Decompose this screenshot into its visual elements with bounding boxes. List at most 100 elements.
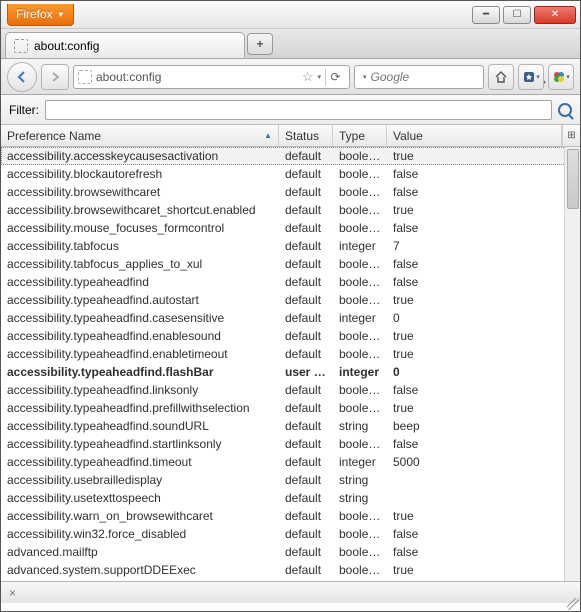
cell-status: default [279, 545, 333, 559]
chevron-down-icon[interactable]: ▾ [317, 73, 321, 81]
chevron-down-icon: ▾ [536, 73, 540, 81]
cell-name: accessibility.typeaheadfind.startlinkson… [1, 437, 279, 451]
cell-value: true [387, 401, 580, 415]
table-row[interactable]: accessibility.typeaheadfind.startlinkson… [1, 435, 580, 453]
reload-button[interactable]: ⟳ [325, 68, 345, 86]
cell-value: false [387, 257, 580, 271]
cell-type: string [333, 419, 387, 433]
cell-status: default [279, 491, 333, 505]
cell-value: false [387, 545, 580, 559]
cell-value: true [387, 329, 580, 343]
home-icon [494, 70, 508, 84]
status-text: × [9, 586, 16, 600]
cell-name: accessibility.blockautorefresh [1, 167, 279, 181]
bookmarks-button[interactable]: ▾ [518, 64, 544, 90]
cell-type: boolean [333, 545, 387, 559]
table-row[interactable]: accessibility.typeaheadfinddefaultboolea… [1, 273, 580, 291]
home-button[interactable] [488, 64, 514, 90]
table-row[interactable]: accessibility.typeaheadfind.flashBaruser… [1, 363, 580, 381]
cell-name: accessibility.typeaheadfind.prefillwiths… [1, 401, 279, 415]
table-row[interactable]: accessibility.typeaheadfind.timeoutdefau… [1, 453, 580, 471]
minimize-button[interactable]: ━ [472, 6, 500, 24]
filter-label: Filter: [9, 103, 39, 117]
column-header-type[interactable]: Type [333, 125, 387, 146]
table-row[interactable]: accessibility.usebrailledisplaydefaultst… [1, 471, 580, 489]
cell-value: true [387, 347, 580, 361]
table-row[interactable]: advanced.mailftpdefaultbooleanfalse [1, 543, 580, 561]
cell-value: true [387, 203, 580, 217]
maximize-button[interactable]: ☐ [503, 6, 531, 24]
cell-type: boolean [333, 437, 387, 451]
cell-value: false [387, 437, 580, 451]
bookmark-star-icon[interactable]: ☆ [302, 69, 314, 85]
cell-type: boolean [333, 275, 387, 289]
search-bar[interactable]: ▾ 🔍 [354, 65, 484, 89]
cell-type: integer [333, 311, 387, 325]
new-tab-button[interactable]: + [247, 33, 273, 55]
table-row[interactable]: advanced.system.supportDDEExecdefaultboo… [1, 561, 580, 579]
cell-name: accessibility.typeaheadfind.casesensitiv… [1, 311, 279, 325]
scrollbar-thumb[interactable] [567, 149, 579, 209]
cell-value: false [387, 383, 580, 397]
cell-name: accessibility.accesskeycausesactivation [1, 149, 279, 163]
cell-name: accessibility.tabfocus [1, 239, 279, 253]
cell-type: boolean [333, 293, 387, 307]
vertical-scrollbar[interactable] [564, 147, 580, 581]
tab-aboutconfig[interactable]: about:config [5, 32, 245, 58]
column-header-name[interactable]: Preference Name ▲ [1, 125, 279, 146]
cell-status: default [279, 311, 333, 325]
table-row[interactable]: accessibility.usetexttospeechdefaultstri… [1, 489, 580, 507]
cell-value: false [387, 167, 580, 181]
window-titlebar: Firefox ▼ ━ ☐ ✕ [1, 1, 580, 29]
table-row[interactable]: accessibility.typeaheadfind.autostartdef… [1, 291, 580, 309]
cell-status: default [279, 437, 333, 451]
cell-status: default [279, 203, 333, 217]
table-row[interactable]: accessibility.typeaheadfind.casesensitiv… [1, 309, 580, 327]
cell-type: string [333, 491, 387, 505]
close-button[interactable]: ✕ [534, 6, 576, 24]
forward-button[interactable] [41, 64, 69, 90]
bookmark-icon [522, 70, 536, 84]
chevron-down-icon: ▼ [57, 10, 65, 19]
addons-button[interactable]: ▾ [548, 64, 574, 90]
cell-value: true [387, 509, 580, 523]
column-header-status[interactable]: Status [279, 125, 333, 146]
filter-input[interactable] [45, 100, 552, 120]
table-row[interactable]: accessibility.browsewithcaretdefaultbool… [1, 183, 580, 201]
table-row[interactable]: accessibility.mouse_focuses_formcontrold… [1, 219, 580, 237]
firefox-menu-label: Firefox [16, 7, 53, 21]
table-row[interactable]: accessibility.tabfocus_applies_to_xuldef… [1, 255, 580, 273]
cell-value: 0 [387, 365, 580, 379]
url-input[interactable] [96, 70, 298, 84]
column-header-value[interactable]: Value [387, 125, 562, 146]
tab-strip: about:config + [1, 29, 580, 59]
back-button[interactable] [7, 62, 37, 92]
cell-status: default [279, 293, 333, 307]
cell-type: boolean [333, 383, 387, 397]
chevron-down-icon: ▾ [566, 73, 570, 81]
cell-status: default [279, 455, 333, 469]
table-row[interactable]: accessibility.win32.force_disableddefaul… [1, 525, 580, 543]
table-row[interactable]: accessibility.tabfocusdefaultinteger7 [1, 237, 580, 255]
table-row[interactable]: accessibility.typeaheadfind.linksonlydef… [1, 381, 580, 399]
cell-type: integer [333, 455, 387, 469]
table-row[interactable]: accessibility.accesskeycausesactivationd… [1, 147, 580, 165]
table-row[interactable]: accessibility.typeaheadfind.enabletimeou… [1, 345, 580, 363]
resize-grip-icon[interactable] [567, 598, 579, 610]
url-bar[interactable]: ☆ ▾ ⟳ [73, 65, 350, 89]
table-row[interactable]: accessibility.typeaheadfind.soundURLdefa… [1, 417, 580, 435]
cell-name: accessibility.typeaheadfind [1, 275, 279, 289]
puzzle-icon [552, 70, 566, 84]
table-row[interactable]: accessibility.typeaheadfind.enablesoundd… [1, 327, 580, 345]
firefox-menu-button[interactable]: Firefox ▼ [7, 4, 74, 26]
cell-value: 7 [387, 239, 580, 253]
table-row[interactable]: accessibility.blockautorefreshdefaultboo… [1, 165, 580, 183]
cell-name: accessibility.win32.force_disabled [1, 527, 279, 541]
table-row[interactable]: accessibility.warn_on_browsewithcaretdef… [1, 507, 580, 525]
cell-value: true [387, 149, 580, 163]
table-row[interactable]: accessibility.browsewithcaret_shortcut.e… [1, 201, 580, 219]
column-picker-button[interactable]: ⊞ [562, 125, 580, 146]
table-row[interactable]: accessibility.typeaheadfind.prefillwiths… [1, 399, 580, 417]
cell-status: default [279, 167, 333, 181]
chevron-down-icon[interactable]: ▾ [363, 73, 367, 81]
